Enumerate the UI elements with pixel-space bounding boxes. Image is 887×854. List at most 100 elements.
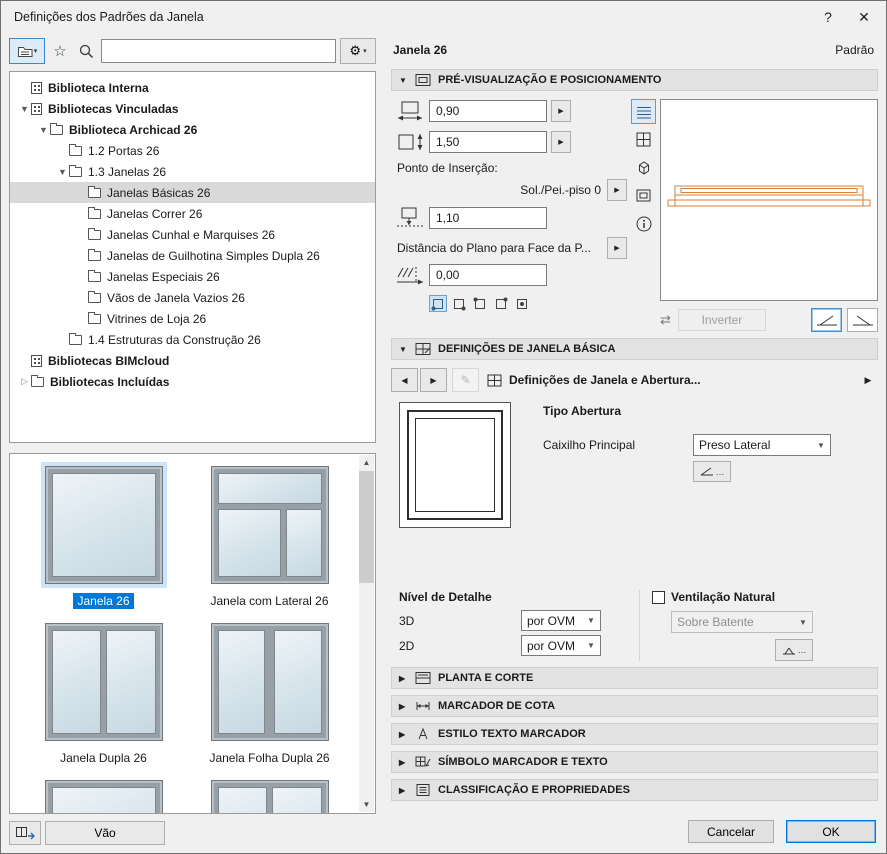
opening-direction-left-button[interactable] — [811, 308, 842, 332]
building-cloud-icon — [31, 355, 42, 367]
search-button[interactable] — [75, 39, 97, 63]
tree-item-biblioteca-archicad-26[interactable]: ▼ Biblioteca Archicad 26 — [10, 119, 375, 140]
expander-expanded-icon[interactable]: ▼ — [18, 104, 31, 114]
3d-view-button[interactable] — [631, 155, 656, 180]
dialog-footer: Cancelar OK — [391, 814, 878, 845]
section-basic-window-settings[interactable]: ▼ DEFINIÇÕES DE JANELA BÁSICA — [391, 338, 878, 360]
height-field[interactable]: 1,50 — [429, 131, 547, 153]
thumbnail-scrollbar[interactable]: ▲ ▼ — [359, 455, 374, 812]
tree-item-bibliotecas-incluidas[interactable]: ▷ Bibliotecas Incluídas — [10, 371, 375, 392]
nav-previous-button[interactable]: ◀ — [391, 368, 418, 392]
dialog-title: Definições dos Padrões da Janela — [14, 10, 204, 24]
building-icon — [31, 82, 42, 94]
detail-2d-select[interactable]: por OVM ▼ — [521, 635, 601, 656]
detail-2d-label: 2D — [399, 639, 521, 653]
sash-angle-button[interactable]: … — [693, 461, 731, 482]
section-planta-e-corte[interactable]: ▶ PLANTA E CORTE — [391, 667, 878, 689]
help-button[interactable]: ? — [810, 3, 846, 31]
width-options-button[interactable]: ▶ — [551, 100, 571, 122]
anchor-option-4[interactable] — [492, 295, 510, 312]
anchor-option-1[interactable] — [429, 295, 447, 312]
anchor-options-button[interactable]: ▶ — [607, 179, 627, 201]
thumbnail-janela-dupla-26[interactable]: Janela Dupla 26 — [40, 619, 168, 766]
library-panel: ▾ ☆ ⚙ ▾ Biblioteca Inter — [9, 37, 376, 845]
basic-settings-body: Tipo Abertura Caixilho Principal Preso L… — [391, 392, 878, 661]
tree-item-janelas-cunhal-26[interactable]: Janelas Cunhal e Marquises 26 — [10, 224, 375, 245]
scrollbar-thumb[interactable] — [359, 471, 374, 583]
expander-expanded-icon[interactable]: ▼ — [37, 125, 50, 135]
search-input[interactable] — [107, 44, 330, 58]
tree-item-vaos-janela-vazios-26[interactable]: Vãos de Janela Vazios 26 — [10, 287, 375, 308]
scroll-down-icon[interactable]: ▼ — [359, 797, 374, 812]
thumbnail-partial[interactable] — [206, 776, 334, 814]
preset-label: Padrão — [835, 43, 874, 57]
tree-item-janelas-correr-26[interactable]: Janelas Correr 26 — [10, 203, 375, 224]
section-simbolo-marcador-e-texto[interactable]: ▶ SÍMBOLO MARCADOR E TEXTO — [391, 751, 878, 773]
distance-options-button[interactable]: ▶ — [607, 237, 627, 259]
section-view-button[interactable] — [631, 183, 656, 208]
sash-angle-icon — [700, 466, 714, 477]
tree-item-biblioteca-interna[interactable]: Biblioteca Interna — [10, 77, 375, 98]
tree-item-bibliotecas-bimcloud[interactable]: Bibliotecas BIMcloud — [10, 350, 375, 371]
thumbnail-janela-com-lateral-26[interactable]: Janela com Lateral 26 — [206, 462, 334, 609]
settings-page-selector[interactable]: Definições de Janela e Abertura... — [479, 368, 858, 392]
section-estilo-texto-marcador[interactable]: ▶ ESTILO TEXTO MARCADOR — [391, 723, 878, 745]
tree-item-janelas-basicas-26[interactable]: Janelas Básicas 26 — [10, 182, 375, 203]
anchor-option-2[interactable] — [450, 295, 468, 312]
settings-page-nav: ◀ ▶ ✎ Definições de Janela e Abertura...… — [391, 368, 878, 392]
tree-item-janelas-guilhotina-26[interactable]: Janelas de Guilhotina Simples Dupla 26 — [10, 245, 375, 266]
distance-plane-field[interactable]: 0,00 — [429, 264, 547, 286]
ventilation-mode-select[interactable]: Sobre Batente ▼ — [671, 611, 813, 633]
vao-button[interactable]: Vão — [45, 821, 165, 845]
folder-icon — [88, 188, 101, 198]
thumbnail-janela-26[interactable]: Janela 26 — [40, 462, 168, 609]
tree-item-portas-26[interactable]: 1.2 Portas 26 — [10, 140, 375, 161]
divider — [639, 590, 640, 661]
section-title: ESTILO TEXTO MARCADOR — [438, 728, 586, 740]
edit-page-button[interactable]: ✎ — [452, 368, 479, 392]
anchor-option-3[interactable] — [471, 295, 489, 312]
ventilation-settings-button[interactable]: … — [775, 639, 813, 661]
folder-view-button[interactable]: ▾ — [9, 38, 45, 64]
natural-ventilation-checkbox[interactable] — [652, 591, 665, 604]
width-field[interactable]: 0,90 — [429, 100, 547, 122]
tree-item-janelas-especiais-26[interactable]: Janelas Especiais 26 — [10, 266, 375, 287]
thumbnail-partial[interactable] — [40, 776, 168, 814]
info-view-button[interactable] — [631, 211, 656, 236]
invert-button[interactable]: Inverter — [678, 309, 766, 331]
tree-item-janelas-26[interactable]: ▼ 1.3 Janelas 26 — [10, 161, 375, 182]
section-preview-positioning[interactable]: ▼ PRÉ-VISUALIZAÇÃO E POSICIONAMENTO — [391, 69, 878, 91]
folder-icon — [69, 167, 82, 177]
anchor-value[interactable]: Sol./Pei.-piso 0 — [520, 183, 601, 197]
main-sash-select[interactable]: Preso Lateral ▼ — [693, 434, 831, 456]
nav-next-button[interactable]: ▶ — [420, 368, 447, 392]
building-icon — [31, 103, 42, 115]
placement-mode-button[interactable] — [9, 821, 41, 845]
thumbnail-janela-folha-dupla-26[interactable]: Janela Folha Dupla 26 — [206, 619, 334, 766]
ok-button[interactable]: OK — [786, 820, 876, 843]
favorites-button[interactable]: ☆ — [49, 39, 71, 63]
window-image — [41, 462, 167, 588]
expander-expanded-icon[interactable]: ▼ — [56, 167, 69, 177]
scroll-up-icon[interactable]: ▲ — [359, 455, 374, 470]
page-forward-button[interactable]: ▶ — [858, 368, 878, 392]
folder-icon — [88, 209, 101, 219]
detail-3d-select[interactable]: por OVM ▼ — [521, 610, 601, 631]
section-marcador-de-cota[interactable]: ▶ MARCADOR DE COTA — [391, 695, 878, 717]
expander-collapsed-icon[interactable]: ▷ — [18, 376, 31, 387]
height-options-button[interactable]: ▶ — [551, 131, 571, 153]
section-classificacao-e-propriedades[interactable]: ▶ CLASSIFICAÇÃO E PROPRIEDADES — [391, 779, 878, 801]
cancel-button[interactable]: Cancelar — [688, 820, 774, 843]
elevation-view-button[interactable] — [631, 127, 656, 152]
folder-icon — [69, 146, 82, 156]
tree-item-vitrines-loja-26[interactable]: Vitrines de Loja 26 — [10, 308, 375, 329]
anchor-option-5[interactable] — [513, 295, 531, 312]
settings-button[interactable]: ⚙ ▾ — [340, 38, 376, 64]
tree-item-bibliotecas-vinculadas[interactable]: ▼ Bibliotecas Vinculadas — [10, 98, 375, 119]
tree-item-estruturas-construcao-26[interactable]: 1.4 Estruturas da Construção 26 — [10, 329, 375, 350]
sill-height-field[interactable]: 1,10 — [429, 207, 547, 229]
plan-preview[interactable] — [660, 99, 878, 301]
plan-view-button[interactable] — [631, 99, 656, 124]
opening-direction-right-button[interactable] — [847, 308, 878, 332]
close-button[interactable]: ✕ — [846, 3, 882, 31]
